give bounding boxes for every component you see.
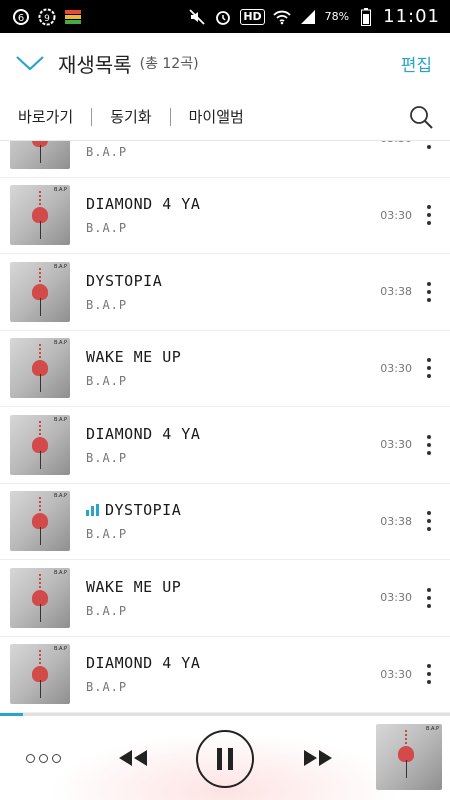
song-artist: B.A.P (86, 221, 128, 236)
song-title: DIAMOND 4 YA (86, 654, 201, 673)
song-row[interactable]: B.A.P DIAMOND 4 YA B.A.P 03:30 (0, 637, 450, 713)
mute-icon (188, 8, 206, 26)
status-bar: 6 9 HD 78% 11:01 (0, 0, 450, 33)
edit-button[interactable]: 편집 (401, 51, 432, 76)
song-menu-icon[interactable] (426, 511, 432, 532)
song-count: (총 12곡) (139, 56, 199, 72)
chevron-down-icon[interactable] (10, 43, 50, 83)
clock: 11:01 (383, 6, 440, 27)
playlist-header: 재생목록 (총 12곡) 편집 (0, 33, 450, 93)
signal-icon (299, 8, 317, 26)
album-art: B.A.P (10, 185, 70, 246)
album-label: B.A.P (426, 726, 439, 732)
wifi-icon (273, 8, 291, 26)
song-menu-icon[interactable] (426, 434, 432, 455)
tab-shortcut[interactable]: 바로가기 (0, 106, 91, 127)
song-duration: 03:30 (380, 438, 412, 452)
album-art: B.A.P (10, 338, 70, 399)
svg-text:6: 6 (18, 13, 24, 24)
song-menu-icon[interactable] (426, 358, 432, 379)
song-duration: 03:30 (380, 591, 412, 605)
album-art: B.A.P (10, 141, 70, 169)
carrier-6-icon: 6 (12, 8, 30, 26)
song-artist: B.A.P (86, 603, 128, 618)
song-row[interactable]: B.A.P DYSTOPIA B.A.P 03:38 (0, 254, 450, 331)
song-row[interactable]: B.A.P WAKE ME UP B.A.P 03:30 (0, 560, 450, 637)
album-label: B.A.P (54, 569, 67, 576)
song-title: DIAMOND 4 YA (86, 195, 201, 214)
song-title-line: DIAMOND 4 YA (86, 654, 200, 672)
gear-9-icon: 9 (38, 8, 56, 26)
song-title: WAKE ME UP (86, 348, 182, 367)
song-list[interactable]: B.A.P WAKE ME UP B.A.P 03:30 B.A.P DIAMO… (0, 141, 450, 713)
song-duration: 03:38 (380, 285, 412, 299)
battery-icon (357, 7, 375, 26)
song-title-line: DIAMOND 4 YA (86, 425, 200, 443)
song-title: WAKE ME UP (86, 577, 182, 596)
album-art: B.A.P (10, 644, 70, 705)
song-artist: B.A.P (86, 680, 128, 695)
song-title: DYSTOPIA (86, 271, 163, 290)
song-title-line: WAKE ME UP (86, 348, 181, 366)
album-art: B.A.P (10, 491, 70, 552)
song-artist: B.A.P (86, 450, 128, 465)
song-menu-icon[interactable] (426, 664, 432, 685)
song-artist: B.A.P (86, 144, 128, 159)
quick-tabs: 바로가기 동기화 마이앨범 (0, 93, 450, 141)
album-art: B.A.P (10, 414, 70, 475)
album-label: B.A.P (54, 263, 67, 270)
song-menu-icon[interactable] (426, 281, 432, 302)
song-duration: 03:30 (380, 208, 412, 222)
song-artist: B.A.P (86, 297, 128, 312)
previous-button[interactable] (118, 749, 148, 771)
svg-text:9: 9 (44, 14, 50, 24)
song-row[interactable]: B.A.P WAKE ME UP B.A.P 03:30 (0, 331, 450, 407)
song-menu-icon[interactable] (426, 205, 432, 226)
alarm-icon (214, 8, 232, 26)
album-art: B.A.P (10, 567, 70, 628)
tab-sync[interactable]: 동기화 (92, 106, 169, 127)
song-artist: B.A.P (86, 374, 128, 389)
song-duration: 03:30 (380, 141, 412, 145)
song-title: DIAMOND 4 YA (86, 424, 201, 443)
song-title-line: DYSTOPIA (86, 501, 181, 519)
album-label: B.A.P (54, 340, 67, 347)
song-menu-icon[interactable] (426, 141, 432, 149)
now-playing-album-art[interactable]: B.A.P (376, 724, 442, 790)
more-options-icon[interactable] (26, 753, 61, 763)
song-menu-icon[interactable] (426, 587, 432, 608)
song-row[interactable]: B.A.P DIAMOND 4 YA B.A.P 03:30 (0, 407, 450, 484)
album-label: B.A.P (54, 416, 67, 423)
mini-player: B.A.P (0, 716, 450, 800)
song-title-line: DIAMOND 4 YA (86, 195, 200, 213)
color-flag-icon (64, 8, 82, 26)
song-title: DYSTOPIA (105, 501, 182, 520)
album-label: B.A.P (54, 187, 67, 194)
hd-icon: HD (240, 8, 265, 25)
album-label: B.A.P (54, 493, 67, 500)
song-row[interactable]: B.A.P DYSTOPIA B.A.P 03:38 (0, 484, 450, 560)
next-button[interactable] (303, 749, 333, 771)
tab-my-album[interactable]: 마이앨범 (171, 106, 262, 127)
song-row[interactable]: B.A.P DIAMOND 4 YA B.A.P 03:30 (0, 178, 450, 254)
song-duration: 03:38 (380, 514, 412, 528)
song-title-line: DYSTOPIA (86, 272, 162, 290)
song-artist: B.A.P (86, 527, 128, 542)
song-row[interactable]: B.A.P WAKE ME UP B.A.P 03:30 (0, 141, 450, 178)
page-title: 재생목록 (58, 52, 132, 77)
song-duration: 03:30 (380, 667, 412, 681)
album-label: B.A.P (54, 646, 67, 653)
song-duration: 03:30 (380, 361, 412, 375)
search-icon[interactable] (408, 104, 434, 130)
song-title-line: WAKE ME UP (86, 578, 181, 596)
battery-percent: 78% (324, 10, 350, 23)
album-art: B.A.P (10, 261, 70, 322)
pause-button[interactable] (196, 730, 254, 788)
now-playing-equalizer-icon (86, 504, 99, 517)
